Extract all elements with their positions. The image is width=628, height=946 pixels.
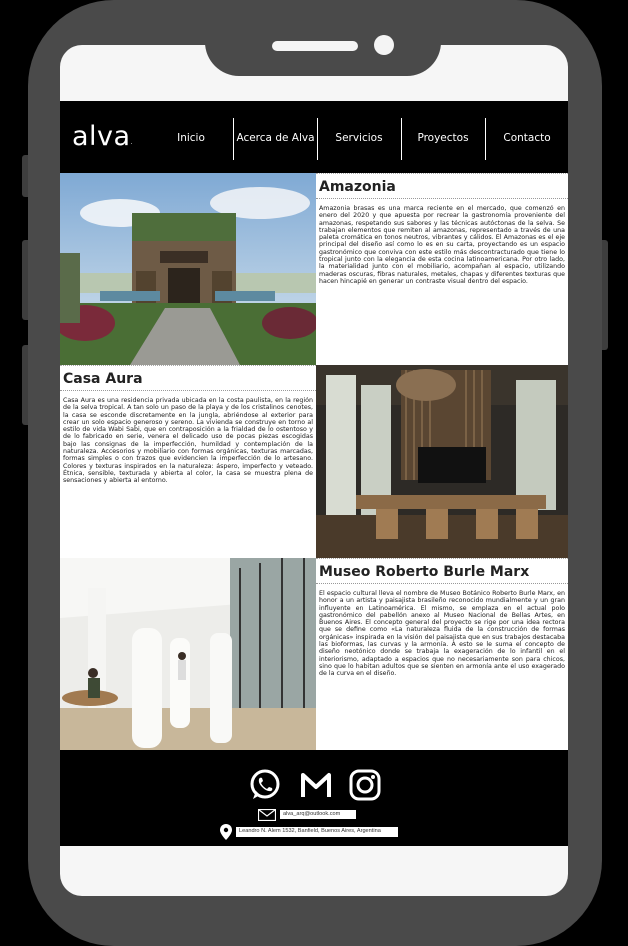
- volume-down-button: [22, 345, 28, 425]
- nav-acerca[interactable]: Acerca de Alva: [234, 101, 317, 173]
- project-description: Casa Aura es una residencia privada ubic…: [63, 397, 313, 485]
- amazonia-card: Amazonia Amazonia brasas es una marca re…: [316, 173, 568, 365]
- nav-contacto[interactable]: Contacto: [486, 101, 568, 173]
- email-field[interactable]: alva_arq@outlook.com: [280, 810, 356, 819]
- email-row: alva_arq@outlook.com: [258, 808, 378, 822]
- project-title: Museo Roberto Burle Marx: [316, 558, 568, 584]
- location-pin-icon: [220, 824, 232, 840]
- project-description: El espacio cultural lleva el nombre de M…: [319, 590, 565, 678]
- nav-proyectos[interactable]: Proyectos: [402, 101, 484, 173]
- project-description: Amazonia brasas es una marca reciente en…: [319, 205, 565, 285]
- casa-aura-card: Casa Aura Casa Aura es una residencia pr…: [60, 365, 317, 558]
- address-field[interactable]: Leandro N. Alem 1532, Banfield, Buenos A…: [236, 827, 398, 837]
- logo[interactable]: alva.: [72, 121, 133, 152]
- museo-card: Museo Roberto Burle Marx El espacio cult…: [316, 558, 568, 750]
- nav-servicios[interactable]: Servicios: [318, 101, 400, 173]
- casa-aura-photo: [316, 365, 568, 558]
- footer: alva_arq@outlook.com Leandro N. Alem 153…: [60, 750, 568, 846]
- gmail-icon[interactable]: [299, 768, 333, 802]
- volume-up-button: [22, 240, 28, 320]
- phone-screen: alva. Inicio Acerca de Alva Servicios Pr…: [60, 45, 568, 896]
- nav-inicio[interactable]: Inicio: [160, 101, 222, 173]
- whatsapp-icon[interactable]: [248, 768, 282, 802]
- mute-switch: [22, 155, 28, 197]
- project-title: Amazonia: [316, 173, 568, 199]
- amazonia-photo: [60, 173, 316, 365]
- navbar: alva. Inicio Acerca de Alva Servicios Pr…: [60, 101, 568, 173]
- speaker-grille: [272, 41, 358, 51]
- projects-grid: Amazonia Amazonia brasas es una marca re…: [60, 173, 568, 750]
- envelope-icon: [258, 809, 276, 821]
- museo-photo: [60, 558, 316, 750]
- project-title: Casa Aura: [60, 365, 316, 391]
- phone-notch: [205, 0, 441, 76]
- front-camera: [374, 35, 394, 55]
- power-button: [602, 240, 608, 350]
- address-row: Leandro N. Alem 1532, Banfield, Buenos A…: [220, 824, 400, 840]
- instagram-icon[interactable]: [348, 768, 382, 802]
